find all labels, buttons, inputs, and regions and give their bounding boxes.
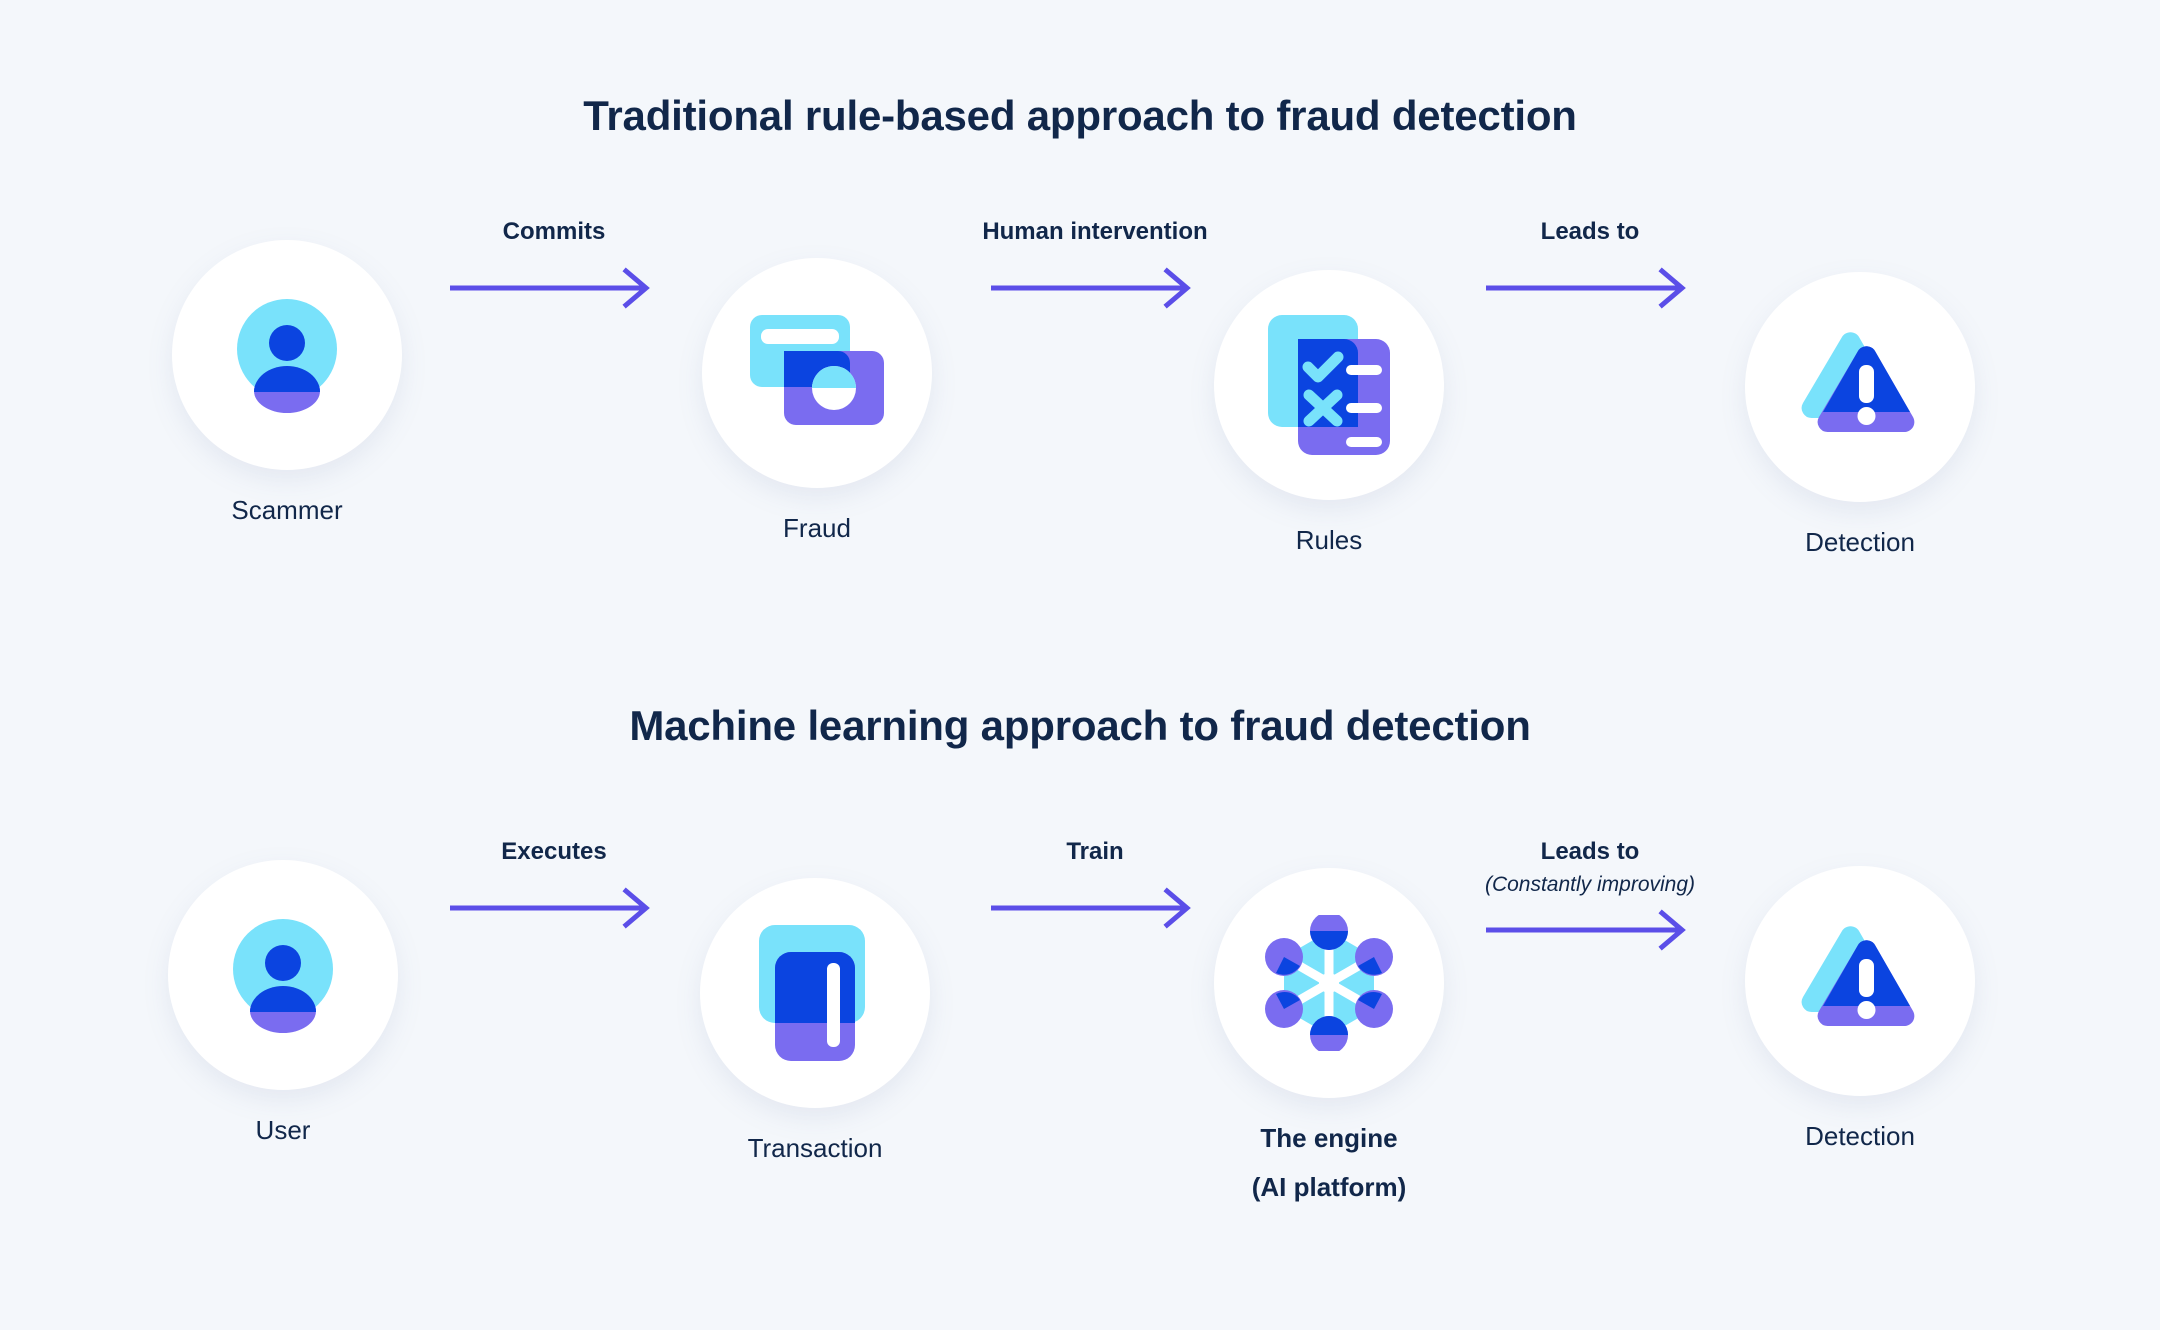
node-circle <box>700 878 930 1108</box>
connector-label: Leads to <box>1540 218 1640 245</box>
arrow-right-icon <box>930 265 1260 311</box>
connector-executes: Executes <box>436 838 672 931</box>
connector-leads-to: Leads to <box>1440 218 1740 311</box>
node-detection-ml: Detection <box>1745 866 1975 1156</box>
warning-alert-icon <box>1801 926 1915 1027</box>
connector-label: Executes <box>501 838 607 865</box>
connector-label: Train <box>1066 838 1124 865</box>
node-transaction: Transaction <box>700 878 930 1168</box>
connector-label: Human intervention <box>982 218 1208 245</box>
node-label: Transaction <box>747 1133 883 1163</box>
network-node-icon <box>1265 915 1393 1051</box>
node-detection-rule-based: Detection <box>1745 272 1975 562</box>
connector-leads-to-improving: Leads to (Constantly improving) <box>1440 838 1740 953</box>
flow-row-machine-learning: User Executes Transaction Train The engi… <box>0 838 2160 1280</box>
node-engine: The engine (AI platform) <box>1214 868 1444 1203</box>
node-circle <box>1745 866 1975 1096</box>
arrow-right-icon <box>436 885 672 931</box>
flow-row-rule-based: Scammer Commits Fraud Human intervention… <box>0 218 2160 660</box>
node-circle <box>1745 272 1975 502</box>
arrow-right-icon <box>930 885 1260 931</box>
node-circle <box>168 860 398 1090</box>
section-title-machine-learning: Machine learning approach to fraud detec… <box>629 702 1531 749</box>
diagram-canvas: Traditional rule-based approach to fraud… <box>0 0 2160 1330</box>
person-icon <box>233 919 333 1033</box>
connector-train: Train <box>930 838 1260 931</box>
arrow-right-icon <box>1440 907 1740 953</box>
transaction-icon <box>759 925 865 1061</box>
node-circle <box>702 258 932 488</box>
connector-sublabel: (Constantly improving) <box>1484 872 1696 896</box>
connector-label: Leads to <box>1540 838 1640 865</box>
connector-label: Commits <box>502 218 606 245</box>
node-label: User <box>255 1115 311 1145</box>
node-label: Detection <box>1805 527 1915 557</box>
node-rules: Rules <box>1214 270 1444 560</box>
warning-alert-icon <box>1801 332 1915 433</box>
node-label: Fraud <box>783 513 851 543</box>
node-circle <box>1214 270 1444 500</box>
node-label: Rules <box>1295 525 1363 555</box>
node-scammer: Scammer <box>172 240 402 530</box>
section-title-rule-based: Traditional rule-based approach to fraud… <box>583 92 1577 139</box>
credit-cards-icon <box>750 315 884 425</box>
arrow-right-icon <box>436 265 672 311</box>
arrow-right-icon <box>1440 265 1740 311</box>
node-label: Detection <box>1805 1121 1915 1151</box>
node-fraud: Fraud <box>702 258 932 548</box>
node-label-sub: (AI platform) <box>1251 1171 1407 1202</box>
connector-human-intervention: Human intervention <box>930 218 1260 311</box>
node-circle <box>172 240 402 470</box>
checklist-icon <box>1268 315 1390 455</box>
node-circle <box>1214 868 1444 1098</box>
connector-commits: Commits <box>436 218 672 311</box>
node-label: The engine <box>1260 1123 1398 1153</box>
node-user: User <box>168 860 398 1150</box>
person-icon <box>237 299 337 413</box>
node-label: Scammer <box>231 495 343 525</box>
